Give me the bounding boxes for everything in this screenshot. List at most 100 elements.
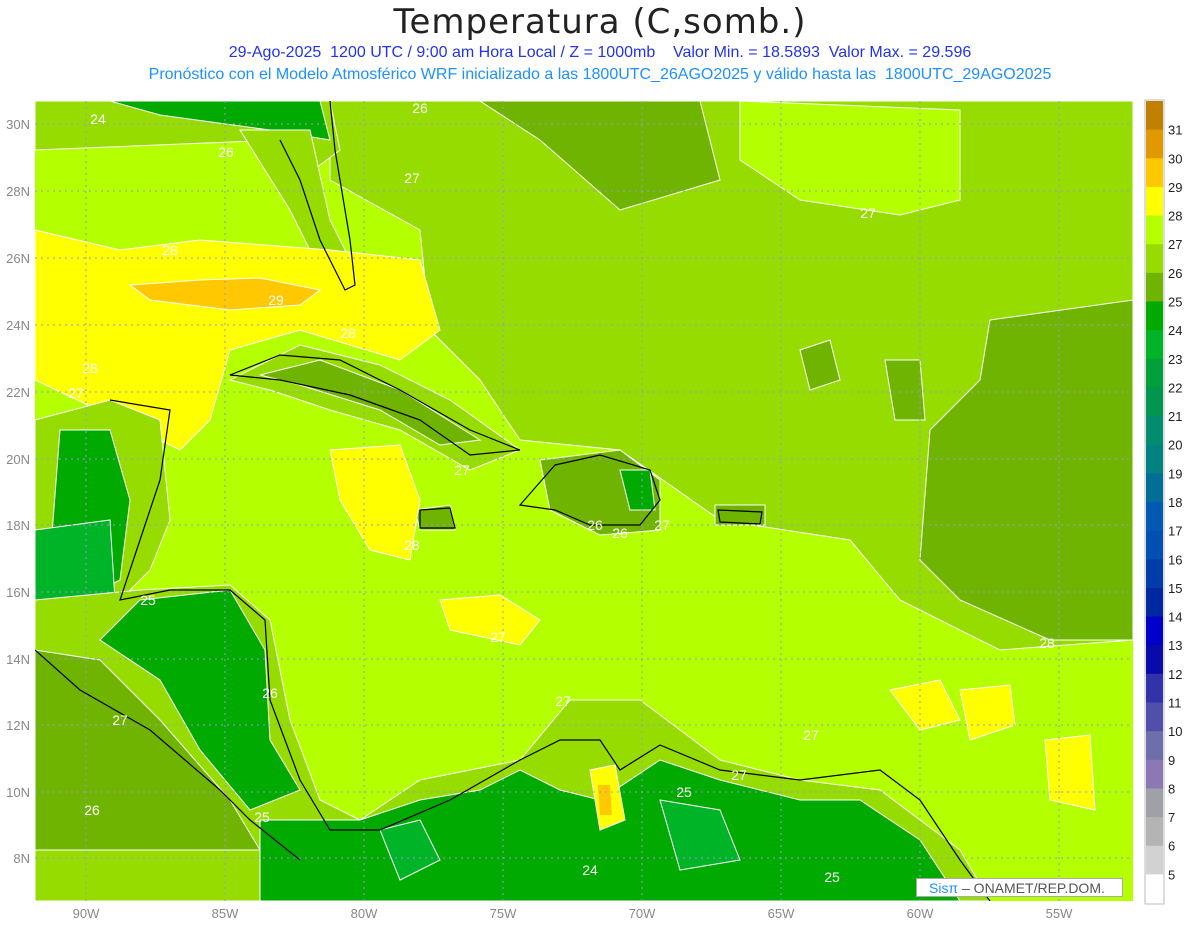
colorbar-swatch bbox=[1146, 101, 1163, 131]
colorbar-swatch bbox=[1146, 215, 1163, 245]
colorbar-label: 17 bbox=[1168, 524, 1182, 539]
contour-label: 26 bbox=[262, 685, 278, 701]
colorbar-label: 26 bbox=[1168, 266, 1182, 281]
lat-label: 26N bbox=[6, 251, 30, 266]
contour-label: 29 bbox=[268, 292, 284, 308]
colorbar-swatch bbox=[1146, 530, 1163, 560]
colorbar-label: 28 bbox=[1168, 209, 1182, 224]
contour-label: 24 bbox=[582, 862, 598, 878]
colorbar-label: 14 bbox=[1168, 610, 1182, 625]
colorbar-label: 27 bbox=[1168, 237, 1182, 252]
lat-label: 12N bbox=[6, 718, 30, 733]
contour-label: 27 bbox=[490, 629, 506, 645]
subtitle-model-info: Pronóstico con el Modelo Atmosférico WRF… bbox=[148, 66, 1052, 83]
contour-label: 26 bbox=[612, 525, 628, 541]
credit-box: Sisπ – ONAMET/REP.DOM. bbox=[916, 878, 1123, 897]
colorbar-swatch bbox=[1146, 759, 1163, 789]
lon-label: 75W bbox=[490, 906, 517, 921]
colorbar-swatch bbox=[1146, 702, 1163, 732]
lat-label: 10N bbox=[6, 785, 30, 800]
lat-label: 16N bbox=[6, 585, 30, 600]
colorbar-swatch bbox=[1146, 444, 1163, 474]
colorbar-label: 7 bbox=[1168, 810, 1175, 825]
contour-label: 27 bbox=[803, 727, 819, 743]
contour-label: 28 bbox=[162, 242, 178, 258]
contour-label: 26 bbox=[587, 517, 603, 533]
lat-labels: 30N 28N 26N 24N 22N 20N 18N 16N 14N 12N … bbox=[6, 117, 30, 866]
sispi-logo: Sisπ bbox=[929, 880, 959, 896]
colorbar-label: 13 bbox=[1168, 638, 1182, 653]
colorbar-swatch bbox=[1146, 358, 1163, 388]
lon-label: 80W bbox=[351, 906, 378, 921]
colorbar-swatch bbox=[1146, 158, 1163, 188]
lat-label: 30N bbox=[6, 117, 30, 132]
colorbar-label: 8 bbox=[1168, 781, 1175, 796]
colorbar-swatch bbox=[1146, 502, 1163, 532]
lat-label: 22N bbox=[6, 385, 30, 400]
colorbar-label: 19 bbox=[1168, 466, 1182, 481]
colorbar-label: 25 bbox=[1168, 295, 1182, 310]
credit-text: – ONAMET/REP.DOM. bbox=[958, 880, 1105, 896]
colorbar-swatch bbox=[1146, 387, 1163, 417]
colorbar-label: 20 bbox=[1168, 438, 1182, 453]
colorbar-swatch bbox=[1146, 272, 1163, 302]
temperature-map: 90W 85W 80W 75W 70W 65W 60W 55W 30N 28N … bbox=[6, 99, 1182, 921]
colorbar-label: 18 bbox=[1168, 495, 1182, 510]
contour-label: 28 bbox=[340, 325, 356, 341]
lat-label: 18N bbox=[6, 518, 30, 533]
lon-label: 55W bbox=[1046, 906, 1073, 921]
lon-label: 70W bbox=[629, 906, 656, 921]
contour-label: 26 bbox=[84, 802, 100, 818]
colorbar-label: 6 bbox=[1168, 839, 1175, 854]
lat-label: 8N bbox=[13, 851, 30, 866]
colorbar-swatch bbox=[1146, 186, 1163, 217]
contour-label: 27 bbox=[654, 517, 670, 533]
colorbar-label: 23 bbox=[1168, 352, 1182, 367]
contour-label: 27 bbox=[454, 462, 470, 478]
colorbar-swatch bbox=[1146, 473, 1163, 503]
colorbar-label: 11 bbox=[1168, 696, 1182, 711]
colorbar-label: 22 bbox=[1168, 380, 1182, 395]
colorbar-swatch bbox=[1146, 559, 1163, 589]
lon-labels: 90W 85W 80W 75W 70W 65W 60W 55W bbox=[73, 906, 1073, 921]
contour-label: 27 bbox=[555, 693, 571, 709]
contour-label: 25 bbox=[824, 869, 840, 885]
colorbar-swatch bbox=[1146, 616, 1163, 646]
colorbar-swatch bbox=[1146, 874, 1163, 904]
contour-label: 25 bbox=[254, 809, 270, 825]
colorbar-label: 10 bbox=[1168, 724, 1182, 739]
colorbar-swatch bbox=[1146, 301, 1163, 331]
colorbar-label: 31 bbox=[1168, 123, 1182, 138]
colorbar-label: 16 bbox=[1168, 552, 1182, 567]
subtitle-valid-time: 29-Ago-2025 1200 UTC / 9:00 am Hora Loca… bbox=[228, 44, 972, 61]
contour-label: 26 bbox=[218, 144, 234, 160]
lat-label: 28N bbox=[6, 184, 30, 199]
colorbar-swatch bbox=[1146, 645, 1163, 675]
colorbar-swatch bbox=[1146, 673, 1163, 703]
lat-label: 24N bbox=[6, 318, 30, 333]
contour-label: 27 bbox=[68, 385, 84, 401]
lon-label: 85W bbox=[212, 906, 239, 921]
colorbar-label: 24 bbox=[1168, 323, 1182, 338]
shaded-field bbox=[35, 101, 1133, 901]
contour-label: 27 bbox=[112, 712, 128, 728]
colorbar-label: 30 bbox=[1168, 151, 1182, 166]
lat-label: 14N bbox=[6, 652, 30, 667]
contour-label: 25 bbox=[140, 592, 156, 608]
colorbar-label: 21 bbox=[1168, 409, 1182, 424]
colorbar-swatch bbox=[1146, 845, 1163, 875]
colorbar-swatch bbox=[1146, 587, 1163, 618]
colorbar-label: 12 bbox=[1168, 667, 1182, 682]
contour-label: 24 bbox=[90, 111, 106, 127]
colorbar-swatch bbox=[1146, 817, 1163, 847]
colorbar-swatch bbox=[1146, 788, 1163, 818]
lon-label: 65W bbox=[768, 906, 795, 921]
colorbar-swatch bbox=[1146, 129, 1163, 159]
contour-label: 25 bbox=[676, 784, 692, 800]
colorbar-label: 29 bbox=[1168, 180, 1182, 195]
colorbar-swatch bbox=[1146, 330, 1163, 360]
contour-label: 27 bbox=[404, 170, 420, 186]
colorbar-label: 15 bbox=[1168, 581, 1182, 596]
colorbar-swatch bbox=[1146, 416, 1163, 446]
contour-label: 28 bbox=[82, 360, 98, 376]
